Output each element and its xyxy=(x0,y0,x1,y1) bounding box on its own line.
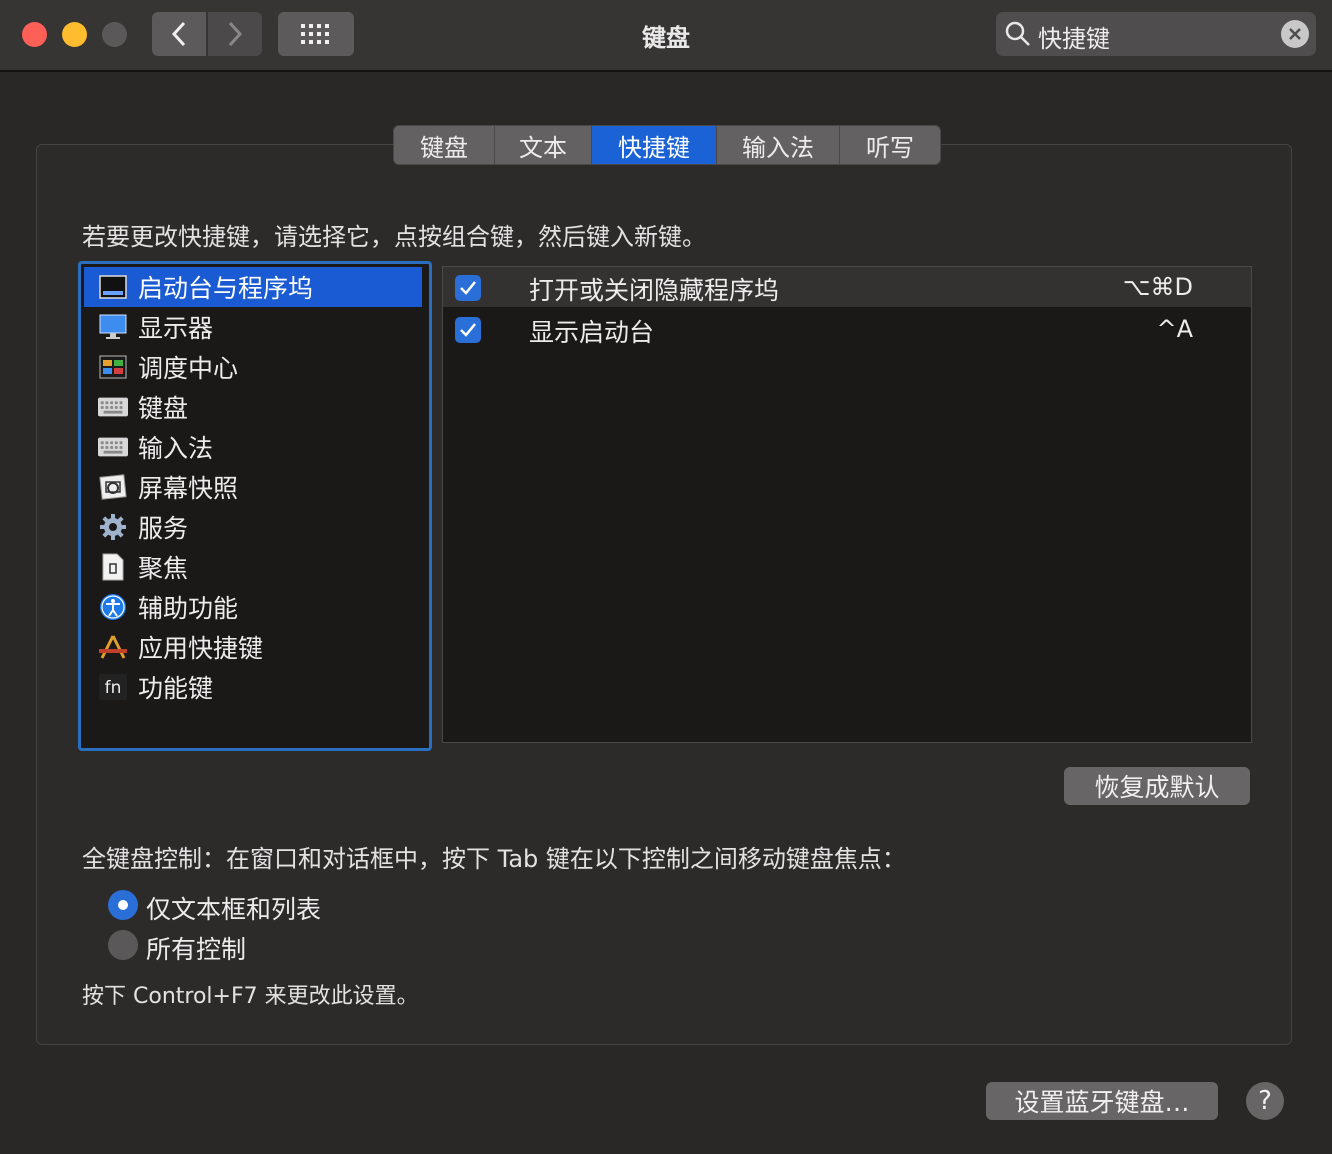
checkmark-icon xyxy=(460,323,476,337)
category-mission-control[interactable]: 调度中心 xyxy=(84,347,422,387)
checkmark-icon xyxy=(460,281,476,295)
radio-label[interactable]: 仅文本框和列表 xyxy=(146,890,321,926)
input-source-icon xyxy=(98,432,128,462)
instruction-text: 若要更改快捷键，请选择它，点按组合键，然后键入新键。 xyxy=(82,223,706,251)
radio-dot-icon xyxy=(118,900,128,910)
hint-text: 按下 Control+F7 来更改此设置。 xyxy=(82,984,419,1009)
tab-bar: 键盘 文本 快捷键 输入法 听写 xyxy=(393,125,941,165)
screenshot-icon xyxy=(98,472,128,502)
category-label: 服务 xyxy=(138,514,189,543)
shortcut-checkbox[interactable] xyxy=(455,275,481,301)
search-icon xyxy=(1005,21,1030,46)
svg-text:fn: fn xyxy=(105,678,122,698)
app-shortcuts-icon xyxy=(98,632,128,662)
gear-icon xyxy=(98,512,128,542)
category-label: 输入法 xyxy=(138,434,214,463)
category-function-keys[interactable]: fn 功能键 xyxy=(84,667,422,707)
tab-text[interactable]: 文本 xyxy=(495,126,592,164)
category-label: 调度中心 xyxy=(138,354,239,383)
category-services[interactable]: 服务 xyxy=(84,507,422,547)
category-display[interactable]: 显示器 xyxy=(84,307,422,347)
category-launchpad-dock[interactable]: 启动台与程序坞 xyxy=(84,267,422,307)
radio-all-controls[interactable] xyxy=(108,930,138,960)
close-icon xyxy=(1289,28,1301,40)
tab-shortcuts[interactable]: 快捷键 xyxy=(592,126,717,164)
spotlight-icon xyxy=(98,552,128,582)
restore-defaults-button[interactable]: 恢复成默认 xyxy=(1064,767,1250,805)
clear-search-button[interactable] xyxy=(1281,20,1309,48)
shortcut-key[interactable]: ⌥⌘D xyxy=(1123,273,1193,301)
tab-input-sources[interactable]: 输入法 xyxy=(717,126,840,164)
category-label: 启动台与程序坞 xyxy=(138,274,314,303)
search-field[interactable]: 快捷键 xyxy=(996,12,1316,56)
setup-bluetooth-keyboard-button[interactable]: 设置蓝牙键盘… xyxy=(986,1082,1218,1120)
fn-key-icon: fn xyxy=(98,672,128,702)
full-keyboard-access-label: 全键盘控制：在窗口和对话框中，按下 Tab 键在以下控制之间移动键盘焦点： xyxy=(82,845,906,873)
category-label: 聚焦 xyxy=(138,554,189,583)
table-row[interactable]: 打开或关闭隐藏程序坞 ⌥⌘D xyxy=(443,267,1251,307)
category-label: 屏幕快照 xyxy=(138,474,239,503)
category-input-sources[interactable]: 输入法 xyxy=(84,427,422,467)
shortcut-key[interactable]: ^A xyxy=(1156,315,1193,343)
title-bar: 键盘 快捷键 xyxy=(0,0,1332,72)
search-input[interactable]: 快捷键 xyxy=(1038,19,1110,54)
display-icon xyxy=(98,312,128,342)
category-label: 应用快捷键 xyxy=(138,634,264,663)
accessibility-icon xyxy=(98,592,128,622)
radio-label[interactable]: 所有控制 xyxy=(146,930,246,966)
shortcut-table[interactable]: 打开或关闭隐藏程序坞 ⌥⌘D 显示启动台 ^A xyxy=(442,266,1252,743)
category-spotlight[interactable]: 聚焦 xyxy=(84,547,422,587)
help-button[interactable]: ? xyxy=(1246,1082,1284,1120)
launchpad-dock-icon xyxy=(98,272,128,302)
mission-control-icon xyxy=(98,352,128,382)
category-list[interactable]: 启动台与程序坞 显示器 调度中心 键盘 输入法 屏幕快照 服务 聚焦 辅助功能 … xyxy=(78,261,432,751)
keyboard-icon xyxy=(98,392,128,422)
radio-text-boxes-lists[interactable] xyxy=(108,890,138,920)
tab-keyboard[interactable]: 键盘 xyxy=(394,126,495,164)
shortcut-description: 显示启动台 xyxy=(529,318,655,347)
category-app-shortcuts[interactable]: 应用快捷键 xyxy=(84,627,422,667)
category-label: 辅助功能 xyxy=(138,594,239,623)
shortcut-checkbox[interactable] xyxy=(455,317,481,343)
category-label: 功能键 xyxy=(138,674,214,703)
category-keyboard[interactable]: 键盘 xyxy=(84,387,422,427)
category-label: 键盘 xyxy=(138,394,189,423)
category-accessibility[interactable]: 辅助功能 xyxy=(84,587,422,627)
tab-dictation[interactable]: 听写 xyxy=(840,126,940,164)
category-label: 显示器 xyxy=(138,314,214,343)
table-row[interactable]: 显示启动台 ^A xyxy=(443,309,1251,349)
category-screenshots[interactable]: 屏幕快照 xyxy=(84,467,422,507)
shortcut-description: 打开或关闭隐藏程序坞 xyxy=(529,276,780,305)
